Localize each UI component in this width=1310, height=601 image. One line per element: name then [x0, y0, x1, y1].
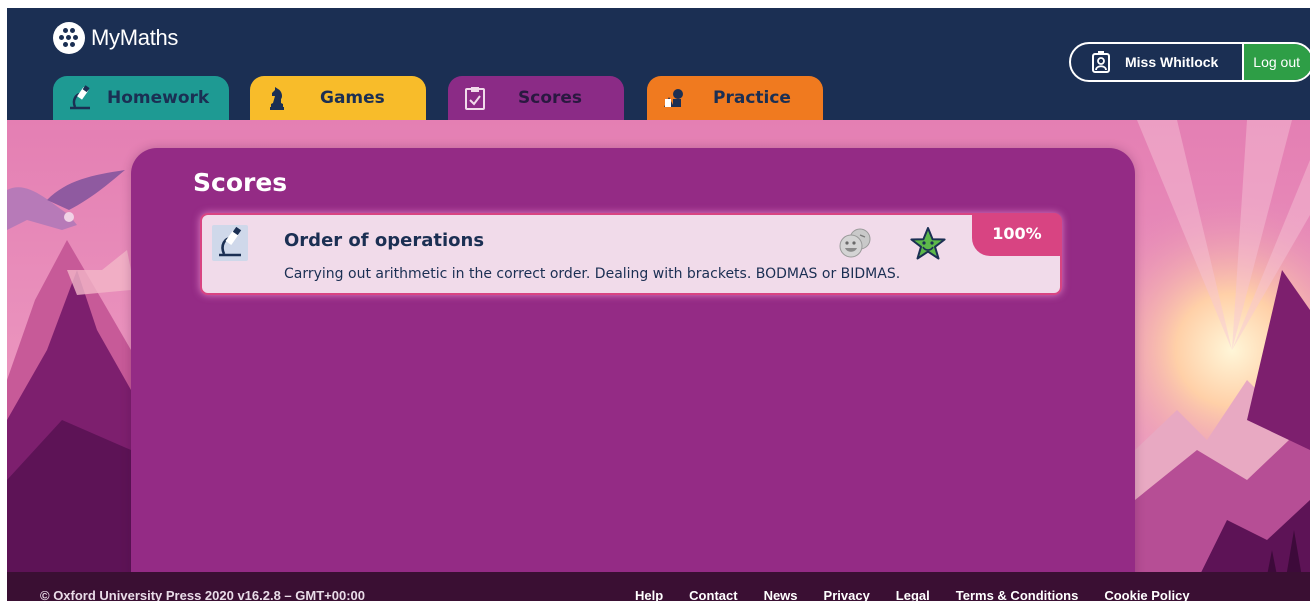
tab-label: Scores	[518, 88, 583, 108]
logout-button[interactable]: Log out	[1242, 44, 1310, 80]
app-frame: MyMaths Homework Games Scores Practice M…	[7, 8, 1310, 601]
footer-link-cookie-policy[interactable]: Cookie Policy	[1104, 588, 1189, 601]
tab-practice[interactable]: Practice	[647, 76, 823, 120]
activity-title: Order of operations	[284, 230, 485, 251]
logo-dots-icon	[53, 22, 85, 54]
brand-name: MyMaths	[91, 25, 179, 50]
page-footer: © Oxford University Press 2020 v16.2.8 –…	[7, 572, 1310, 601]
clipboard-check-icon	[465, 87, 485, 110]
copyright-text: © Oxford University Press 2020 v16.2.8 –…	[40, 588, 365, 601]
footer-link-contact[interactable]: Contact	[689, 588, 737, 601]
activity-description: Carrying out arithmetic in the correct o…	[284, 266, 901, 282]
user-name[interactable]: Miss Whitlock	[1125, 54, 1218, 70]
smiley-faces-icon	[839, 228, 871, 258]
footer-link-help[interactable]: Help	[635, 588, 663, 601]
chess-knight-icon	[270, 87, 284, 110]
user-account: Miss Whitlock Log out	[1069, 42, 1310, 82]
tab-label: Practice	[713, 88, 791, 108]
tab-label: Games	[320, 88, 385, 108]
microscope-icon	[219, 226, 242, 257]
tab-scores[interactable]: Scores	[448, 76, 624, 120]
id-badge-icon	[1092, 51, 1110, 73]
footer-links: Help Contact News Privacy Legal Terms & …	[635, 588, 1216, 601]
footer-link-terms[interactable]: Terms & Conditions	[956, 588, 1079, 601]
footer-link-privacy[interactable]: Privacy	[824, 588, 870, 601]
scores-panel: Scores Order of operations Carrying out …	[131, 148, 1135, 601]
mymaths-logo[interactable]: MyMaths	[53, 22, 178, 54]
footer-link-news[interactable]: News	[764, 588, 798, 601]
tab-label: Homework	[107, 88, 210, 108]
tab-homework[interactable]: Homework	[53, 76, 229, 120]
page-title: Scores	[193, 168, 288, 197]
shapes-icon	[664, 89, 683, 107]
score-item[interactable]: Order of operations Carrying out arithme…	[200, 213, 1062, 295]
footer-link-legal[interactable]: Legal	[896, 588, 930, 601]
activity-icon-box	[212, 225, 248, 261]
microscope-icon	[70, 85, 90, 110]
green-star-icon	[910, 227, 946, 260]
top-header: MyMaths Homework Games Scores Practice M…	[7, 8, 1310, 120]
score-percent-badge: 100%	[972, 213, 1062, 256]
tab-games[interactable]: Games	[250, 76, 426, 120]
